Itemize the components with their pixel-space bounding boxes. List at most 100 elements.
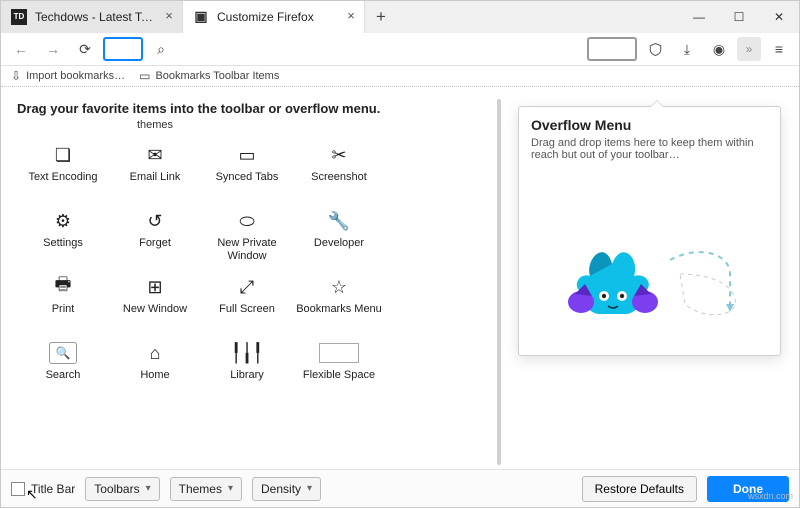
palette-item-label: Home [140,369,169,382]
palette-pane: Drag your favorite items into the toolba… [17,97,489,469]
developer-icon: 🔧 [318,205,360,237]
palette-item-bookmarks-menu[interactable]: ☆Bookmarks Menu [293,271,385,337]
palette-item-flexible-space[interactable]: Flexible Space [293,337,385,403]
palette-item-search[interactable]: 🔍Search [17,337,109,403]
palette-item-label: Developer [314,237,364,250]
overflow-panel[interactable]: Overflow Menu Drag and drop items here t… [518,106,781,356]
palette-item-label: Print [52,303,75,316]
chevron-down-icon: ▾ [307,483,312,494]
forward-button[interactable]: → [39,35,67,63]
scrollbar[interactable] [497,99,501,465]
palette-item-label: Forget [139,237,171,250]
favicon-techdows: TD [11,9,27,25]
overflow-desc: Drag and drop items here to keep them wi… [531,137,768,161]
full-screen-icon: ⤢ [226,271,268,303]
toolbars-dropdown[interactable]: Toolbars ▾ [85,477,159,501]
palette-item-developer[interactable]: 🔧Developer [293,205,385,271]
url-input-slot[interactable] [103,37,143,61]
watermark: wsxdn.com [748,491,793,501]
density-label: Density [261,482,301,496]
close-window-button[interactable]: ✕ [759,1,799,33]
tab-techdows[interactable]: TD Techdows - Latest Technology N × [1,1,183,33]
new-tab-button[interactable]: + [365,1,397,33]
palette-item-print[interactable]: 🖶Print [17,271,109,337]
search-icon: 🔍 [42,337,84,369]
home-icon: ⌂ [134,337,176,369]
palette-item-screenshot[interactable]: ✂Screenshot [293,139,385,205]
close-icon[interactable]: × [162,10,176,24]
palette-item-label: Settings [43,237,83,250]
bookmarks-toolbar: ⇩ Import bookmarks… ▭ Bookmarks Toolbar … [1,66,799,87]
screenshot-icon: ✂ [318,139,360,171]
tab-title: Customize Firefox [217,10,336,24]
tab-title: Techdows - Latest Technology N [35,10,154,24]
synced-tabs-icon: ▭ [226,139,268,171]
bookmarks-menu-icon: ☆ [318,271,360,303]
title-bar-checkbox[interactable]: Title Bar [11,482,75,496]
palette-item-synced-tabs[interactable]: ▭Synced Tabs [201,139,293,205]
palette-item-label: Email Link [130,171,181,184]
bookmarks-toolbar-items[interactable]: ▭ Bookmarks Toolbar Items [139,69,279,83]
palette-item-label: Flexible Space [303,369,375,382]
palette-item-full-screen[interactable]: ⤢Full Screen [201,271,293,337]
new-private-window-icon: ⬭ [226,205,268,237]
library-icon: ╿╽╿ [226,337,268,369]
import-icon: ⇩ [11,69,21,83]
palette-item-email-link[interactable]: ✉Email Link [109,139,201,205]
tab-customize[interactable]: ▣ Customize Firefox × [183,1,365,33]
tab-strip-fill: + [365,1,679,33]
shield-icon[interactable] [641,35,669,63]
palette-item-label: Full Screen [219,303,275,316]
density-dropdown[interactable]: Density ▾ [252,477,321,501]
nav-toolbar: ← → ⟳ ⌕ ⤓ ◉ » ≡ [1,33,799,66]
palette-item-library[interactable]: ╿╽╿Library [201,337,293,403]
palette-item-label: Bookmarks Menu [296,303,382,316]
palette-item-settings[interactable]: ⚙Settings [17,205,109,271]
reload-button[interactable]: ⟳ [71,35,99,63]
bookmarks-toolbar-label: Bookmarks Toolbar Items [155,70,279,82]
stub-themes: themes [109,119,201,135]
palette-item-new-window[interactable]: ⊞New Window [109,271,201,337]
back-button[interactable]: ← [7,35,35,63]
overflow-button[interactable]: » [737,37,761,61]
themes-label: Themes [179,482,222,496]
favicon-customize: ▣ [193,9,209,25]
print-icon: 🖶 [42,271,84,303]
palette-item-text-encoding[interactable]: ❏Text Encoding [17,139,109,205]
title-bar-label: Title Bar [31,482,75,496]
chevron-down-icon: ▾ [228,483,233,494]
import-bookmarks-item[interactable]: ⇩ Import bookmarks… [11,69,125,83]
palette-item-new-private-window[interactable]: ⬭New Private Window [201,205,293,271]
palette-item-label: Screenshot [311,171,367,184]
themes-dropdown[interactable]: Themes ▾ [170,477,242,501]
close-icon[interactable]: × [344,10,358,24]
checkbox-icon[interactable] [11,482,25,496]
palette-item-label: New Window [123,303,187,316]
toolbars-label: Toolbars [94,482,139,496]
search-input-slot[interactable] [587,37,637,61]
palette-item-home[interactable]: ⌂Home [109,337,201,403]
palette-item-forget[interactable]: ↺Forget [109,205,201,271]
forget-icon: ↺ [134,205,176,237]
folder-icon: ▭ [139,69,150,83]
new-window-icon: ⊞ [134,271,176,303]
account-icon[interactable]: ◉ [705,35,733,63]
footer: Title Bar Toolbars ▾ Themes ▾ Density ▾ … [1,469,799,507]
palette-item-label: Synced Tabs [216,171,279,184]
flexible-space-icon [318,337,360,369]
mascot-illustration [519,224,780,339]
palette-item-label: New Private Window [201,237,293,262]
download-icon[interactable]: ⤓ [673,35,701,63]
email-link-icon: ✉ [134,139,176,171]
import-bookmarks-label: Import bookmarks… [26,70,125,82]
tab-strip: TD Techdows - Latest Technology N × ▣ Cu… [1,1,799,33]
text-encoding-icon: ❏ [42,139,84,171]
restore-defaults-button[interactable]: Restore Defaults [582,476,697,502]
palette-item-label: Library [230,369,264,382]
maximize-button[interactable]: ☐ [719,1,759,33]
minimize-button[interactable]: — [679,1,719,33]
menu-button[interactable]: ≡ [765,35,793,63]
search-icon[interactable]: ⌕ [147,35,175,63]
palette-item-label: Search [46,369,81,382]
palette-grid: ❏Text Encoding✉Email Link▭Synced Tabs✂Sc… [17,139,489,403]
